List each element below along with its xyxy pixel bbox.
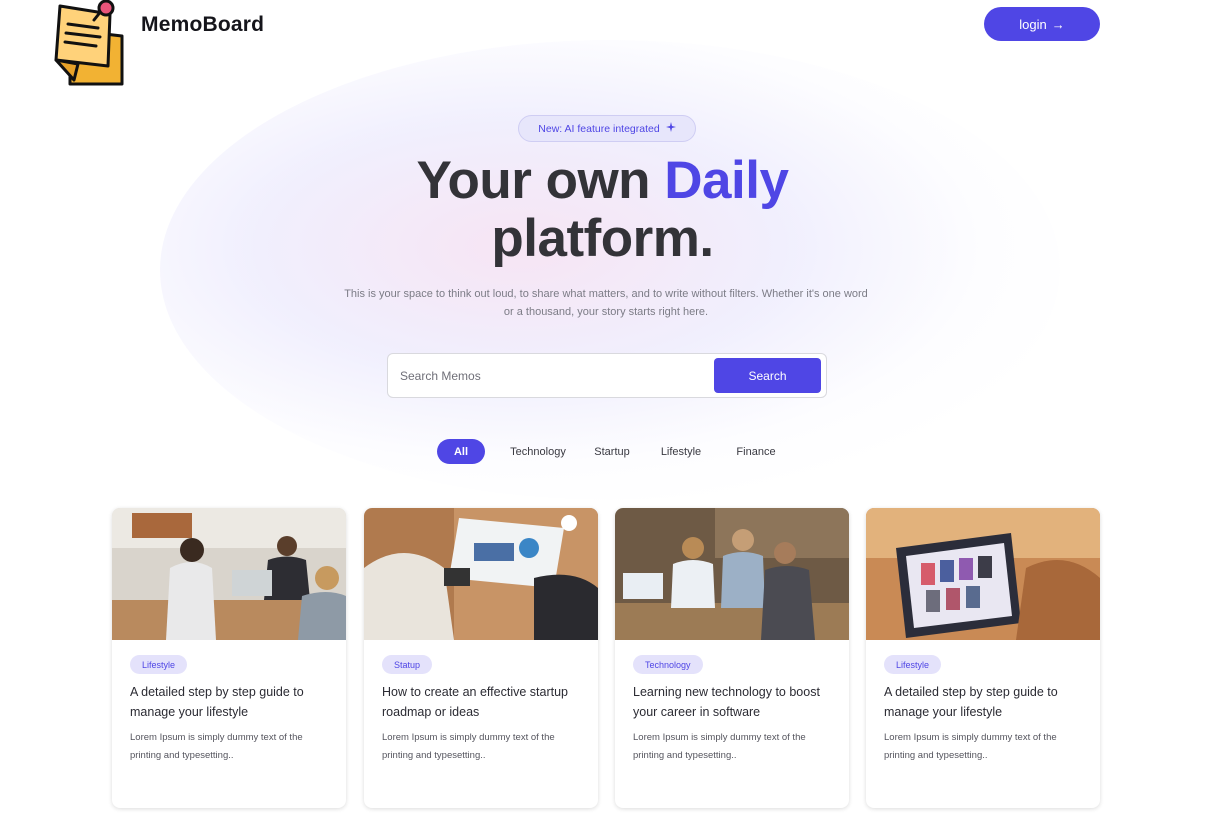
new-feature-badge[interactable]: New: AI feature integrated xyxy=(518,115,696,142)
memo-logo-icon[interactable] xyxy=(48,0,128,88)
card-description: Lorem Ipsum is simply dummy text of the … xyxy=(633,732,806,761)
card-title[interactable]: How to create an effective startup roadm… xyxy=(382,682,587,722)
card-description: Lorem Ipsum is simply dummy text of the … xyxy=(884,732,1057,761)
search-bar: Search xyxy=(387,353,827,398)
category-tag[interactable]: Lifestyle xyxy=(130,655,188,674)
filter-startup[interactable]: Startup xyxy=(587,439,637,464)
hero-title-part1: Your own xyxy=(416,151,665,210)
badge-text: New: AI feature integrated xyxy=(538,122,660,135)
login-button-label: login xyxy=(1019,16,1047,32)
memo-card[interactable]: Lifestyle A detailed step by step guide … xyxy=(112,508,346,808)
arrow-right-icon: → xyxy=(1051,16,1065,32)
brand-name[interactable]: MemoBoard xyxy=(141,13,264,37)
card-image xyxy=(615,508,849,640)
filter-all[interactable]: All xyxy=(437,439,485,464)
card-description: Lorem Ipsum is simply dummy text of the … xyxy=(130,732,303,761)
search-button[interactable]: Search xyxy=(714,358,821,393)
filter-lifestyle[interactable]: Lifestyle xyxy=(654,439,708,464)
login-button[interactable]: login → xyxy=(984,7,1100,41)
memo-card[interactable]: Technology Learning new technology to bo… xyxy=(615,508,849,808)
sparkle-icon xyxy=(665,122,676,135)
category-tag[interactable]: Statup xyxy=(382,655,433,674)
hero-background-glow xyxy=(160,40,1060,500)
category-tag[interactable]: Lifestyle xyxy=(884,655,942,674)
category-tag[interactable]: Technology xyxy=(633,655,703,674)
card-description: Lorem Ipsum is simply dummy text of the … xyxy=(382,732,555,761)
category-filters: All Technology Startup Lifestyle Finance xyxy=(0,439,1205,464)
memo-card[interactable]: Lifestyle A detailed step by step guide … xyxy=(866,508,1100,808)
search-input[interactable] xyxy=(400,354,700,397)
hero-title: Your own Daily platform. xyxy=(0,152,1205,268)
card-title[interactable]: Learning new technology to boost your ca… xyxy=(633,682,838,722)
memo-card[interactable]: Statup How to create an effective startu… xyxy=(364,508,598,808)
card-title[interactable]: A detailed step by step guide to manage … xyxy=(884,682,1089,722)
hero-title-part2: platform. xyxy=(491,209,714,268)
card-image xyxy=(112,508,346,640)
hero-subtitle: This is your space to think out loud, to… xyxy=(344,288,868,318)
card-title[interactable]: A detailed step by step guide to manage … xyxy=(130,682,335,722)
filter-finance[interactable]: Finance xyxy=(731,439,781,464)
card-image xyxy=(364,508,598,640)
filter-technology[interactable]: Technology xyxy=(505,439,571,464)
card-image xyxy=(866,508,1100,640)
hero-title-accent: Daily xyxy=(664,151,789,210)
